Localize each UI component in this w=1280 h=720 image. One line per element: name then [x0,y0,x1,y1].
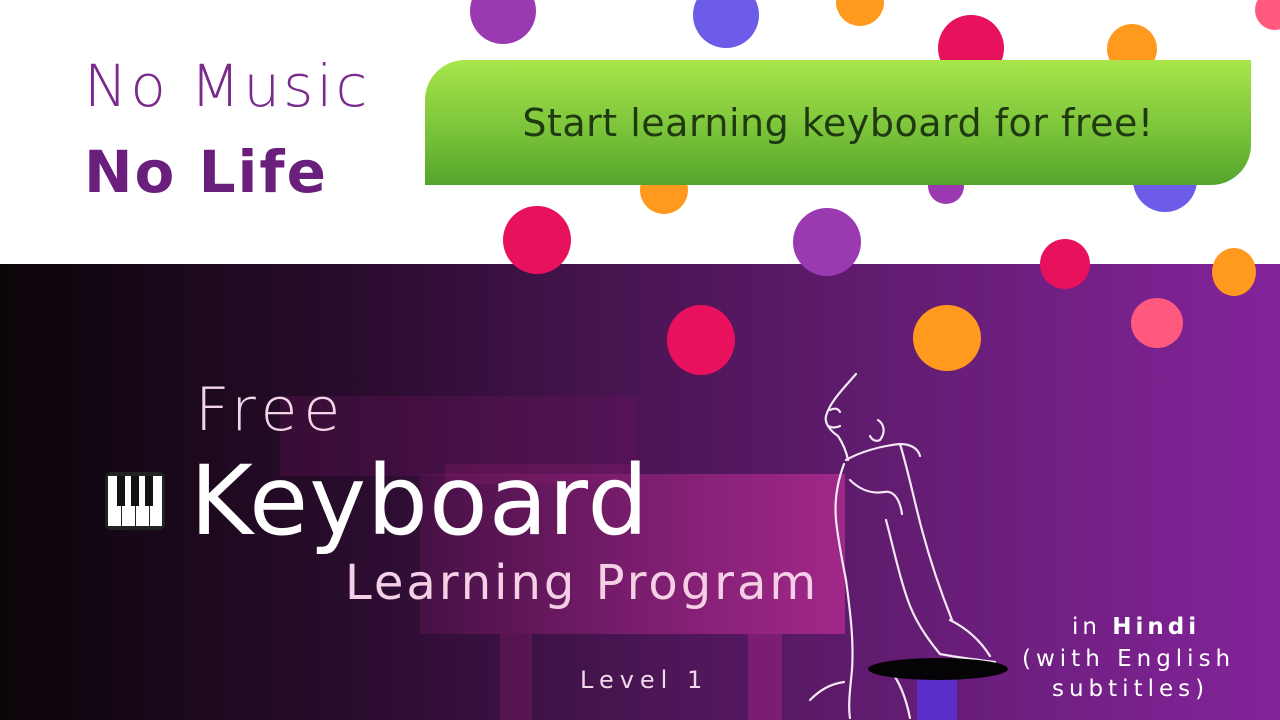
level-label: Level 1 [580,666,709,694]
slogan-line-2: No Life [84,138,328,206]
decor-dot [1131,298,1183,348]
piano-stool [868,658,1008,720]
decor-dot [913,305,981,371]
title-free: Free [195,375,347,445]
subtitle-note-line-2: subtitles) [1052,676,1210,702]
piano-silhouette-leg-left [500,634,532,720]
title-keyboard: Keyboard [190,445,650,557]
language-note: in Hindi [1072,614,1200,640]
decor-dot [793,208,861,276]
start-learning-button[interactable]: Start learning keyboard for free! [425,60,1251,185]
language-name: Hindi [1112,614,1201,640]
language-prefix: in [1072,614,1113,640]
piano-silhouette-leg-right [748,634,782,720]
decor-dot [1040,239,1090,289]
subtitle-note-line-1: (with English [1022,646,1236,672]
piano-keys-icon [105,472,165,530]
title-learning-program: Learning Program [345,555,820,611]
decor-dot [667,305,735,375]
decor-dot [503,206,571,274]
slogan-line-1: No Music [84,52,371,120]
decor-dot [1212,248,1256,296]
